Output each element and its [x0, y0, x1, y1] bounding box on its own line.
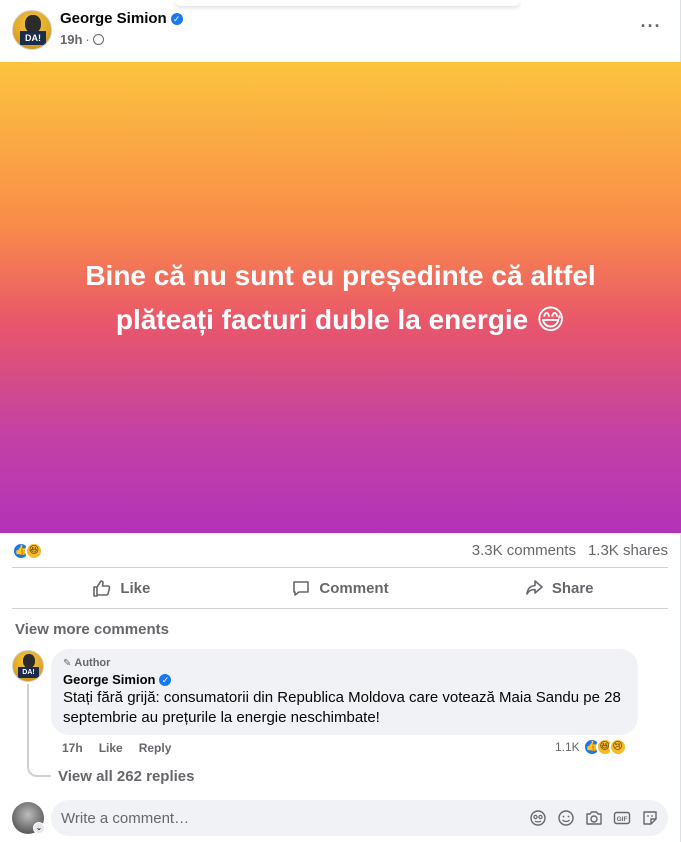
post-time[interactable]: 19h — [60, 32, 82, 47]
avatar-sticker-icon[interactable] — [528, 808, 548, 828]
comment-reactions[interactable]: 1.1K 👍 😆 😢 — [555, 738, 627, 756]
gif-icon[interactable]: GIF — [612, 808, 632, 828]
avatar-text: DA! — [18, 667, 39, 678]
composer-tools: GIF — [520, 808, 660, 828]
post-meta: 19h · — [60, 32, 104, 47]
share-icon — [526, 580, 543, 595]
meta-separator: · — [85, 32, 90, 47]
like-label: Like — [120, 579, 151, 597]
sad-reaction-icon: 😢 — [608, 738, 627, 756]
avatar-face — [23, 654, 35, 668]
verified-badge-icon: ✓ — [159, 674, 172, 686]
share-button[interactable]: Share — [449, 568, 668, 608]
commenter-name-text[interactable]: George Simion — [63, 672, 155, 687]
chevron-down-icon[interactable]: ⌄ — [33, 822, 45, 834]
author-avatar[interactable]: DA! — [12, 10, 52, 50]
author-name-text[interactable]: George Simion — [60, 10, 167, 27]
comment-time[interactable]: 17h — [62, 741, 83, 755]
post-stats: 3.3K comments 1.3K shares — [472, 542, 668, 559]
post-body-text: Bine că nu sunt eu președinte că altfel … — [85, 259, 596, 335]
author-name[interactable]: George Simion ✓ — [60, 10, 183, 27]
view-more-comments-link[interactable]: View more comments — [15, 621, 169, 638]
thumbs-up-icon — [93, 580, 111, 597]
comment-text: Stați fără grijă: consumatorii din Repub… — [63, 689, 621, 726]
commenter-avatar[interactable]: DA! — [12, 650, 44, 682]
author-badge-label: Author — [74, 657, 111, 669]
comment-reaction-count: 1.1K — [555, 740, 580, 754]
post-actions: Like Comment Share — [12, 568, 668, 608]
comments-count[interactable]: 3.3K comments — [472, 542, 576, 559]
comment-label: Comment — [319, 579, 389, 597]
verified-badge-icon: ✓ — [170, 13, 183, 25]
sticker-icon[interactable] — [640, 808, 660, 828]
divider — [12, 608, 668, 609]
emoji-icon[interactable] — [556, 808, 576, 828]
feed-post: DA! George Simion ✓ 19h · ··· Bine că nu s… — [0, 0, 681, 842]
comment-button[interactable]: Comment — [231, 568, 450, 608]
haha-reaction-icon: 😆 — [25, 542, 43, 560]
shares-count[interactable]: 1.3K shares — [588, 542, 668, 559]
post-background-text[interactable]: Bine că nu sunt eu președinte că altfel … — [0, 62, 681, 533]
comment-like-button[interactable]: Like — [99, 741, 123, 755]
like-button[interactable]: Like — [12, 568, 231, 608]
reply-thread-line — [27, 684, 51, 777]
svg-text:GIF: GIF — [617, 816, 628, 823]
avatar-text: DA! — [20, 31, 46, 45]
comment-bubble: ✎ Author George Simion ✓ Stați fără grijă:… — [51, 649, 638, 735]
comment-meta: 17h Like Reply — [62, 741, 187, 755]
reactions-bar: 👍 😆 3.3K comments 1.3K shares — [12, 540, 668, 562]
reaction-icons[interactable]: 👍 😆 — [12, 540, 43, 560]
share-label: Share — [551, 579, 594, 597]
more-options-icon[interactable]: ··· — [636, 16, 666, 40]
pen-icon: ✎ — [63, 658, 72, 669]
globe-icon — [92, 34, 104, 45]
author-badge: ✎ Author — [63, 656, 626, 670]
comment-input[interactable] — [61, 800, 501, 836]
camera-icon[interactable] — [584, 808, 604, 828]
comment-reply-button[interactable]: Reply — [139, 741, 172, 755]
comment-icon — [293, 581, 310, 596]
commenter-name[interactable]: George Simion ✓ — [63, 672, 626, 687]
comment-composer: GIF — [51, 800, 668, 836]
post-header: DA! George Simion ✓ 19h · ··· — [0, 0, 681, 62]
view-all-replies-link[interactable]: View all 262 replies — [58, 768, 194, 785]
